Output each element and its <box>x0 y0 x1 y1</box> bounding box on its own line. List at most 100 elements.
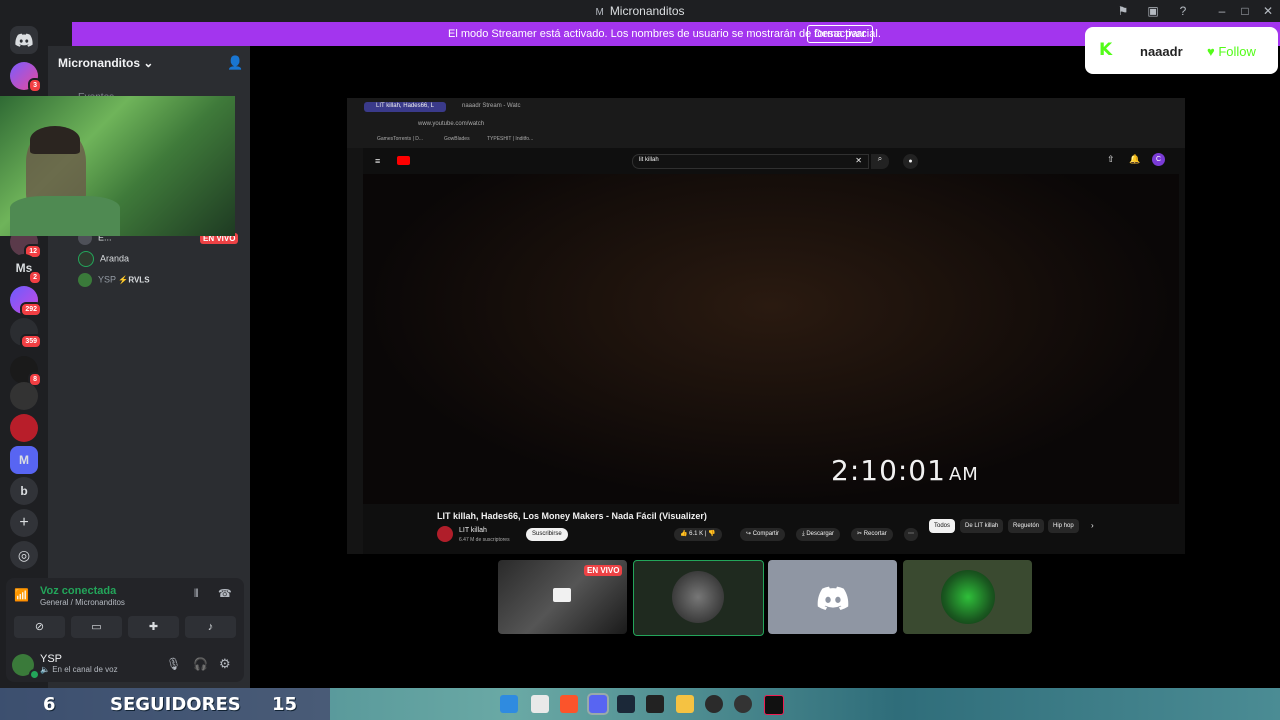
upload-icon[interactable]: ⇧ <box>1107 154 1115 165</box>
stream-tile[interactable]: EN VIVO <box>498 560 627 634</box>
headphones-icon[interactable]: 🎧 <box>193 657 208 671</box>
start-icon[interactable] <box>500 695 518 713</box>
voice-search-icon[interactable]: ● <box>903 154 918 169</box>
user-status: 🔈 En el canal de voz <box>40 665 118 674</box>
browser-tab[interactable]: naaadr Stream - Watc <box>452 102 532 112</box>
flag-icon[interactable]: ⚑ <box>1115 3 1131 19</box>
voice-user[interactable]: Aranda <box>78 251 129 267</box>
server-icon-micronanditos[interactable]: M <box>10 446 38 474</box>
bookmark[interactable]: GowBlades <box>444 136 470 142</box>
voice-channel[interactable]: General / Micronanditos <box>40 598 125 607</box>
bookmark[interactable]: TYPESHIT | Inditfo... <box>487 136 533 142</box>
epic-games-icon[interactable] <box>646 695 664 713</box>
participant-tile[interactable] <box>903 560 1032 634</box>
live-badge: EN VIVO <box>584 565 623 576</box>
video-title: LIT killah, Hades66, Los Money Makers - … <box>437 511 707 521</box>
share-button[interactable]: ↪ Compartir <box>740 528 786 541</box>
server-icon-ms[interactable]: Ms 2 <box>10 254 42 285</box>
minimize-icon[interactable]: – <box>1214 3 1230 19</box>
streamer-name: naaadr <box>1140 44 1183 59</box>
chip-regueton[interactable]: Reguetón <box>1008 519 1045 533</box>
avatar <box>941 570 995 624</box>
video-clock-overlay: 2:10:01 AM <box>831 454 979 487</box>
screen-share-icon <box>553 588 571 602</box>
discord-logo-icon <box>817 586 849 610</box>
server-icon[interactable] <box>10 382 38 410</box>
explore-icon[interactable]: ◎ <box>10 541 38 569</box>
app-icon[interactable] <box>705 695 723 713</box>
activities-button[interactable]: ✚ <box>128 616 179 638</box>
add-server-icon[interactable]: + <box>10 509 38 537</box>
download-button[interactable]: ⤓ Descargar <box>796 528 841 541</box>
chip-all[interactable]: Todos <box>929 519 956 533</box>
browser-chrome: LIT killah, Hades66, L naaadr Stream - W… <box>347 98 1185 148</box>
inbox-icon[interactable]: ▣ <box>1145 3 1161 19</box>
browser-tab-active[interactable]: LIT killah, Hades66, L <box>364 102 446 112</box>
screen-share-button[interactable]: ▭ <box>71 616 122 638</box>
server-icon[interactable]: 292 <box>10 286 42 317</box>
menu-icon[interactable]: ≡ <box>375 156 380 166</box>
help-icon[interactable]: ? <box>1175 3 1191 19</box>
server-icon[interactable]: 3 <box>10 62 42 93</box>
chip-hip-hop[interactable]: Hip hop <box>1048 519 1079 533</box>
channel-avatar[interactable] <box>437 526 453 542</box>
discord-home-icon[interactable] <box>10 26 38 54</box>
voice-user[interactable]: YSP ⚡RVLS <box>78 273 150 287</box>
chip-lit-killah[interactable]: De LIT killah <box>960 519 1004 533</box>
more-icon[interactable]: ⋯ <box>904 528 918 541</box>
window-title: M Micronanditos <box>595 4 685 18</box>
brave-icon[interactable] <box>560 695 578 713</box>
search-icon[interactable]: ⌕ <box>871 154 889 169</box>
hair <box>30 126 80 154</box>
like-button[interactable]: 👍 6.1 K | 👎 <box>674 528 722 541</box>
app-icon[interactable] <box>734 695 752 713</box>
account-avatar[interactable]: C <box>1152 153 1165 166</box>
server-name-dropdown[interactable]: Micronanditos ⌄ <box>58 56 153 70</box>
signal-icon: 📶 <box>14 588 29 602</box>
browser-sidebar <box>347 148 363 554</box>
notifications-icon[interactable]: 🔔 <box>1129 154 1140 165</box>
avatar <box>672 571 724 623</box>
settings-icon[interactable]: ⚙ <box>219 656 231 672</box>
invite-people-icon[interactable]: 👤 <box>227 55 243 71</box>
subscriber-count: 6.47 M de suscriptores <box>459 537 510 543</box>
close-icon[interactable]: ✕ <box>1260 3 1276 19</box>
server-icon[interactable]: 8 <box>10 356 42 387</box>
chevron-right-icon[interactable]: › <box>1091 521 1094 530</box>
steam-icon[interactable] <box>617 695 635 713</box>
microphone-icon[interactable]: 🎙 <box>166 657 181 671</box>
youtube-logo-icon <box>397 156 410 165</box>
user-name[interactable]: YSP <box>40 653 62 665</box>
tiktok-icon[interactable] <box>764 695 784 715</box>
kick-follow-card: K naaadr ♥ Follow <box>1085 27 1278 74</box>
search-input[interactable]: lit killah ✕ <box>632 154 869 169</box>
subscribe-button[interactable]: Suscribirse <box>526 528 568 541</box>
discord-taskbar-icon[interactable] <box>587 693 609 715</box>
camera-off-button[interactable]: ⊘ <box>14 616 65 638</box>
stream-view[interactable]: LIT killah, Hades66, L naaadr Stream - W… <box>347 98 1185 554</box>
participant-tile[interactable] <box>633 560 764 636</box>
participant-tile[interactable] <box>768 560 897 634</box>
noise-suppression-icon[interactable]: ⫴ <box>194 588 199 601</box>
server-icon[interactable] <box>10 414 38 442</box>
bookmark[interactable]: GamesTorrents | D... <box>377 136 423 142</box>
voice-status[interactable]: Voz conectada <box>40 585 116 597</box>
video-player[interactable] <box>363 174 1179 504</box>
title-bar: M Micronanditos ⚑ ▣ ? – □ ✕ <box>0 0 1280 22</box>
maximize-icon[interactable]: □ <box>1237 3 1253 19</box>
disconnect-icon[interactable]: ☎ <box>218 587 232 600</box>
server-icon-b[interactable]: b <box>10 477 38 505</box>
followers-label: SEGUIDORES <box>110 694 241 715</box>
address-bar[interactable]: www.youtube.com/watch <box>418 121 484 127</box>
webcam-overlay <box>0 96 235 236</box>
file-explorer-icon[interactable] <box>676 695 694 713</box>
task-view-icon[interactable] <box>531 695 549 713</box>
shirt <box>10 196 120 236</box>
follower-goal: 15 <box>272 694 298 715</box>
channel-name[interactable]: LIT killah <box>459 527 487 534</box>
deactivate-button[interactable]: Desactivar <box>807 25 873 43</box>
server-icon[interactable]: 359 <box>10 318 42 349</box>
clip-button[interactable]: ✂ Recortar <box>851 528 893 541</box>
follow-button[interactable]: ♥ Follow <box>1207 44 1256 59</box>
soundboard-button[interactable]: ♪ <box>185 616 236 638</box>
